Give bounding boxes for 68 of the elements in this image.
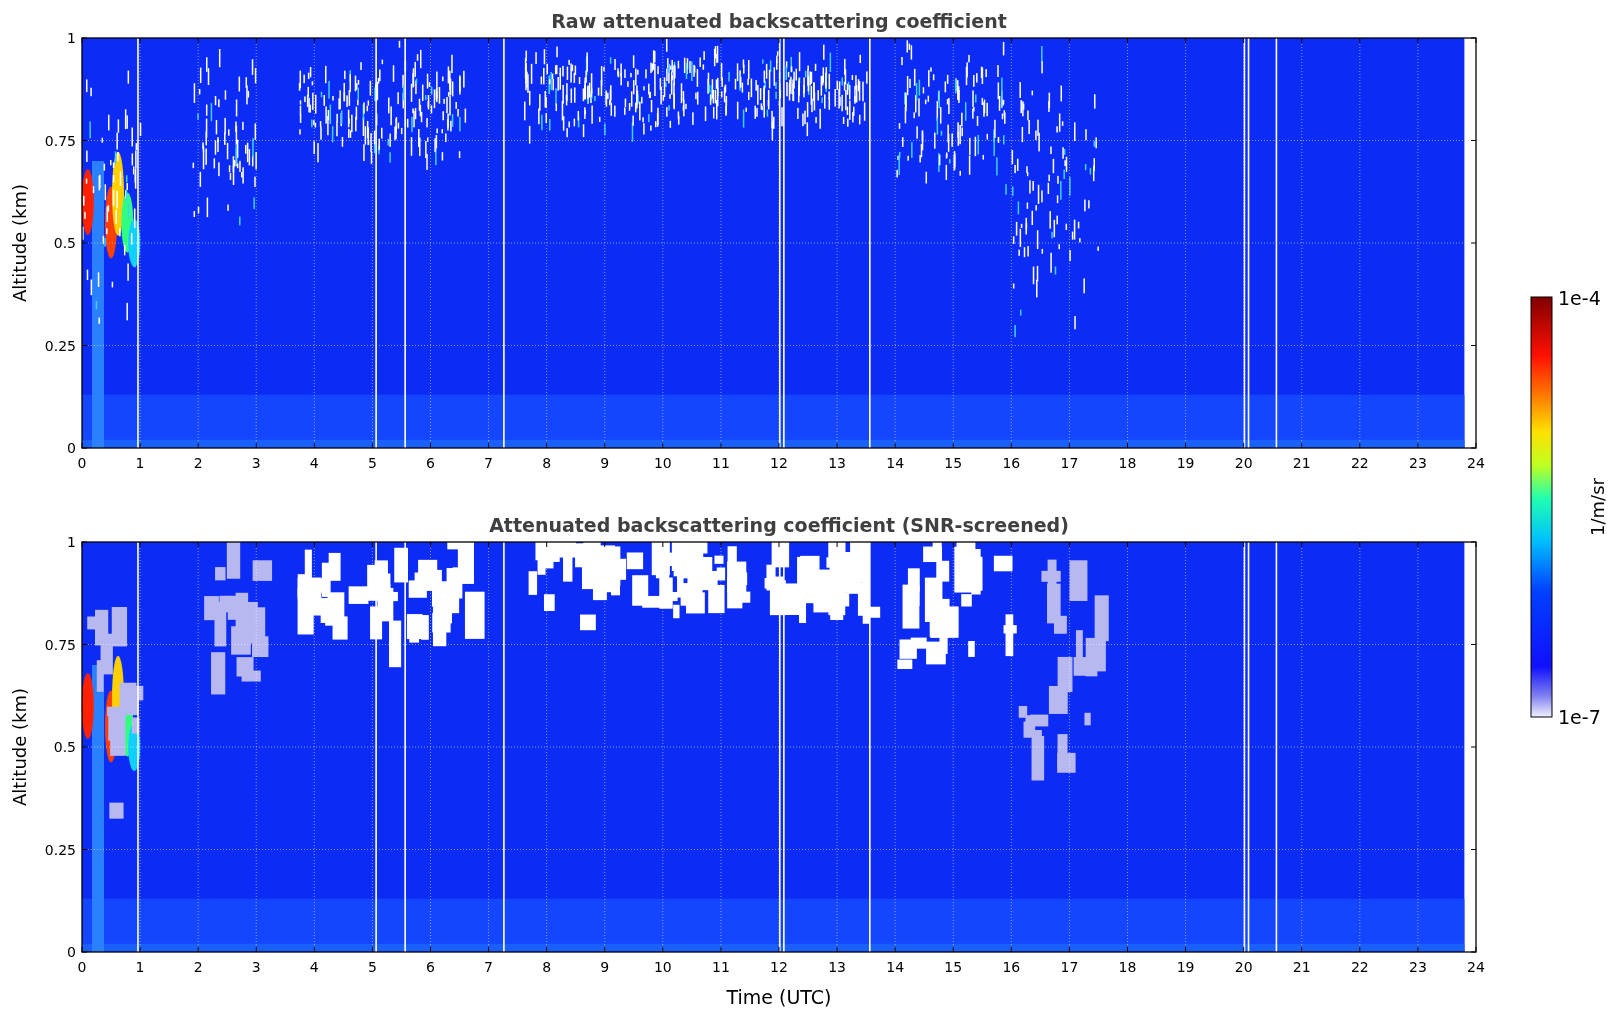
tick-label: 17 [1060,455,1079,471]
tick-label: 18 [1118,959,1137,975]
tick-label: 20 [1234,455,1253,471]
tick-label: 1 [135,455,145,471]
tick-label: 24 [1467,455,1485,471]
tick-label: 23 [1409,455,1427,471]
tick-label: 12 [770,959,788,975]
colorbar-tick-label: 1e-7 [1558,706,1601,728]
tick-label: 6 [426,455,435,471]
tick-label: 24 [1467,959,1485,975]
tick-label: 19 [1176,959,1195,975]
tick-label: 4 [309,455,319,471]
tick-label: 16 [1002,959,1021,975]
tick-label: 9 [600,455,610,471]
tick-label: 16 [1002,455,1021,471]
tick-label: 22 [1350,455,1369,471]
tick-label: 10 [653,455,672,471]
tick-label: 0.75 [44,636,76,653]
tick-label: 14 [886,455,905,471]
tick-label: 3 [251,959,261,975]
axis-label: Altitude (km) [9,687,30,807]
tick-label: 1 [67,30,76,46]
plot-title: Raw attenuated backscattering coefficient [551,10,1007,32]
plot-title: Attenuated backscattering coefficient (SNR-screened) [489,514,1069,536]
tick-label: 5 [367,455,377,471]
tick-label: 0 [67,440,76,456]
tick-label: 0 [67,944,76,960]
tick-label: 8 [542,455,552,471]
tick-label: 2 [193,959,203,975]
tick-label: 7 [484,959,494,975]
tick-label: 6 [426,959,435,975]
tick-label: 11 [712,455,730,471]
tick-label: 7 [484,455,494,471]
tick-label: 22 [1350,959,1369,975]
tick-label: 8 [542,959,552,975]
tick-label: 20 [1234,959,1253,975]
tick-label: 11 [712,959,730,975]
tick-label: 4 [309,959,319,975]
tick-label: 0.75 [44,132,76,149]
tick-label: 10 [653,959,672,975]
tick-label: 0 [77,959,87,975]
tick-label: 9 [600,959,610,975]
colorbar-label: 1/m/sr [1587,478,1608,536]
tick-label: 0 [77,455,87,471]
tick-label: 23 [1409,959,1427,975]
colorbar-tick-label: 1e-4 [1558,287,1601,309]
axis-label: Altitude (km) [9,183,30,303]
tick-label: 1 [135,959,145,975]
tick-label: 15 [944,959,963,975]
tick-label: 5 [367,959,377,975]
tick-label: 21 [1292,455,1311,471]
tick-label: 21 [1292,959,1311,975]
tick-label: 0.25 [44,841,76,858]
tick-label: 1 [67,534,76,550]
tick-label: 12 [770,455,788,471]
tick-label: 13 [828,959,846,975]
tick-label: 15 [944,455,963,471]
tick-label: 13 [828,455,846,471]
tick-label: 19 [1176,455,1195,471]
tick-label: 14 [886,959,905,975]
tick-label: 18 [1118,455,1137,471]
tick-label: 2 [193,455,203,471]
tick-label: 0.5 [53,235,76,251]
tick-label: 3 [251,455,261,471]
tick-label: 17 [1060,959,1079,975]
tick-label: 0.25 [44,337,76,354]
tick-label: 0.5 [53,739,76,755]
axis-label: Time (UTC) [726,986,832,1008]
